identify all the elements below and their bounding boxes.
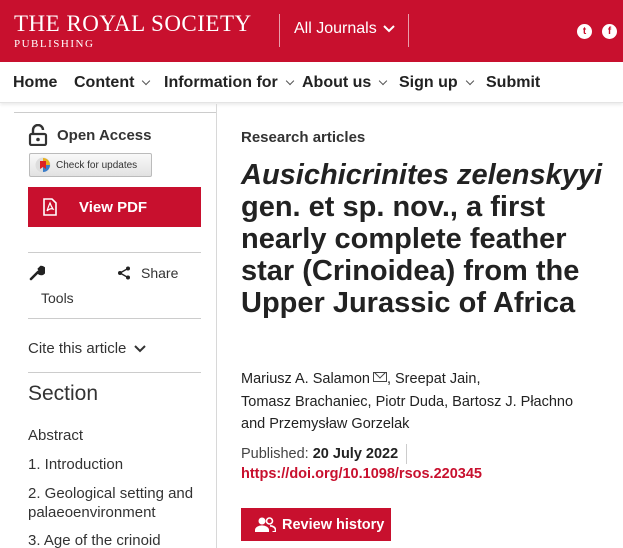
- author-list: Mariusz A. Salamon, Sreepat Jain, Tomasz …: [241, 371, 574, 432]
- cite-label: Cite this article: [28, 340, 127, 357]
- logo-sub-text: PUBLISHING: [14, 38, 95, 50]
- twitter-icon[interactable]: t: [577, 24, 592, 39]
- doi-link[interactable]: https://doi.org/10.1098/rsos.220345: [241, 466, 482, 482]
- review-history-label: Review history: [282, 516, 385, 533]
- nav-submit[interactable]: Submit: [486, 74, 540, 92]
- sidebar-divider: [28, 252, 201, 253]
- chevron-down-icon: [465, 76, 474, 86]
- view-pdf-label: View PDF: [79, 198, 148, 216]
- cite-this-article-toggle[interactable]: Cite this article: [28, 340, 147, 357]
- author-link[interactable]: Piotr Duda: [376, 394, 445, 410]
- section-link-age[interactable]: 3. Age of the crinoid: [28, 531, 213, 548]
- review-history-button[interactable]: Review history: [241, 508, 391, 541]
- sidebar-divider: [28, 372, 201, 373]
- nav-sign-up[interactable]: Sign up: [399, 74, 474, 92]
- nav-about-us[interactable]: About us: [302, 74, 388, 92]
- published-label: Published:: [241, 446, 309, 462]
- article-title-species: Ausichicrinites zelenskyyi: [241, 159, 603, 191]
- author-link[interactable]: Przemysław Gorzelak: [269, 416, 409, 432]
- all-journals-dropdown[interactable]: All Journals: [294, 20, 395, 38]
- article-category: Research articles: [241, 129, 366, 146]
- share-icon: [118, 266, 130, 280]
- section-link-introduction[interactable]: 1. Introduction: [28, 455, 213, 474]
- author-conjunction: and: [241, 416, 266, 432]
- author-link[interactable]: Sreepat Jain: [395, 371, 476, 387]
- tools-label: Tools: [41, 290, 74, 306]
- facebook-icon[interactable]: f: [602, 24, 617, 39]
- check-for-updates-label: Check for updates: [56, 159, 138, 171]
- chevron-down-icon: [379, 76, 388, 86]
- section-link-geological-setting[interactable]: 2. Geological setting and palaeoenvironm…: [28, 484, 213, 522]
- chevron-down-icon: [382, 25, 395, 33]
- header-divider-right: [408, 14, 409, 47]
- royal-society-logo[interactable]: THE ROYAL SOCIETY PUBLISHING: [14, 11, 252, 51]
- publication-date: Published: 20 July 2022: [241, 444, 408, 464]
- author-link[interactable]: Bartosz J. Płachno: [452, 394, 573, 410]
- share-button[interactable]: Share: [117, 265, 178, 281]
- chevron-down-icon: [285, 76, 295, 86]
- article-title-rest: gen. et sp. nov., a first nearly complet…: [241, 191, 580, 319]
- sidebar-divider: [28, 318, 201, 319]
- main-nav: Home Content Information for About us Si…: [0, 62, 623, 103]
- published-date: 20 July 2022: [312, 446, 399, 462]
- header-divider-left: [279, 14, 280, 47]
- all-journals-label: All Journals: [294, 20, 377, 37]
- people-icon: [255, 517, 276, 532]
- open-access-badge: Open Access: [28, 124, 152, 146]
- open-access-label: Open Access: [57, 126, 152, 144]
- nav-home[interactable]: Home: [13, 74, 57, 92]
- share-label: Share: [141, 265, 179, 281]
- pdf-file-icon: [43, 198, 57, 216]
- logo-main-text: THE ROYAL SOCIETY: [14, 11, 252, 36]
- open-lock-icon: [28, 124, 48, 146]
- article-title: Ausichicrinites zelenskyyi gen. et sp. n…: [241, 159, 616, 319]
- section-link-abstract[interactable]: Abstract: [28, 426, 213, 445]
- envelope-icon[interactable]: [372, 372, 387, 382]
- chevron-down-icon: [134, 344, 147, 352]
- nav-content[interactable]: Content: [74, 74, 151, 92]
- site-header: THE ROYAL SOCIETY PUBLISHING All Journal…: [0, 0, 623, 62]
- published-divider: [406, 444, 408, 464]
- nav-information-for[interactable]: Information for: [164, 74, 295, 92]
- author-link[interactable]: Tomasz Brachaniec: [241, 394, 368, 410]
- tools-button[interactable]: Tools: [28, 265, 74, 306]
- wrench-icon: [29, 265, 45, 281]
- author-link[interactable]: Mariusz A. Salamon: [241, 371, 370, 387]
- crossmark-icon: [35, 157, 51, 173]
- section-heading: Section: [28, 382, 99, 405]
- view-pdf-button[interactable]: View PDF: [28, 187, 201, 227]
- sidebar-divider: [14, 112, 216, 113]
- check-for-updates-button[interactable]: Check for updates: [29, 153, 152, 177]
- chevron-down-icon: [142, 76, 151, 86]
